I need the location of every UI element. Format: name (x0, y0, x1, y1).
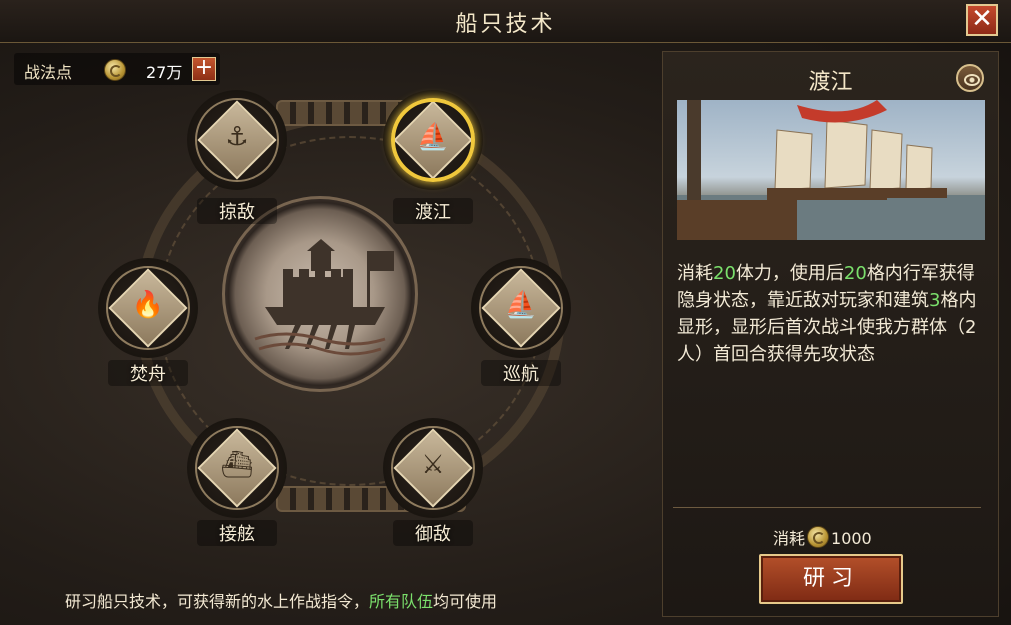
armored-soldier-icon: ⚔ (421, 450, 445, 480)
skill-label-burn-boat: 焚舟 (108, 360, 188, 386)
divider (673, 507, 981, 508)
skill-illustration (677, 100, 985, 240)
cost-value: 1000 (831, 529, 872, 548)
skill-plunder[interactable]: ⚓ (187, 90, 287, 190)
skill-boarding[interactable]: ⛴ (187, 418, 287, 518)
skill-label-plunder: 掠敌 (197, 198, 277, 224)
skill-cruise[interactable]: ⛵ (471, 258, 571, 358)
skill-burn-boat[interactable]: 🔥 (98, 258, 198, 358)
warship-icon (222, 196, 418, 392)
sailing-ship-icon: ⛵ (504, 290, 538, 320)
coin-icon (104, 59, 126, 81)
junk-ship-icon: ⛵ (416, 122, 450, 152)
tactic-points-label: 战法点 (24, 63, 73, 82)
fleet-scene (677, 100, 985, 240)
tactic-points-bar: 战法点 27万 (14, 53, 220, 85)
skill-cross-river[interactable]: ⛵ (383, 90, 483, 190)
chain-anchor-icon: ⚓ (225, 122, 249, 152)
skill-detail-panel: 渡江 消耗20体力，使用后20格内行军获得隐身状态，靠近敌对玩家和建筑3格内显形… (662, 51, 999, 617)
desc-highlight-number: 20 (843, 263, 867, 284)
burning-ship-icon: 🔥 (131, 290, 165, 320)
desc-highlight-number: 3 (929, 290, 941, 311)
close-icon[interactable]: ✕ (966, 4, 998, 36)
skill-label-defend: 御敌 (393, 520, 473, 546)
warship-emblem (254, 239, 394, 356)
skill-label-cross-river: 渡江 (393, 198, 473, 224)
desc-highlight-number: 20 (713, 263, 736, 284)
cost-label: 消耗 (773, 529, 806, 548)
add-points-button[interactable]: + (192, 57, 216, 81)
skill-defend[interactable]: ⚔ (383, 418, 483, 518)
skill-label-boarding: 接舷 (197, 520, 277, 546)
detail-title: 渡江 (808, 70, 853, 95)
footer-text-after: 均可使用 (433, 592, 498, 611)
desc-text: 体力，使用后 (735, 263, 844, 284)
footer-hint: 研习船只技术，可获得新的水上作战指令，所有队伍均可使用 (65, 588, 497, 612)
detail-description: 消耗20体力，使用后20格内行军获得隐身状态，靠近敌对玩家和建筑3格内显形，显形… (677, 260, 989, 368)
footer-text-before: 研习船只技术，可获得新的水上作战指令， (65, 592, 370, 611)
eye-icon[interactable] (956, 64, 984, 92)
title-bar: 船只技术 (0, 0, 1011, 43)
research-button[interactable]: 研习 (759, 554, 903, 604)
window-title: 船只技术 (455, 12, 556, 37)
boarding-ship-icon: ⛴ (220, 450, 254, 480)
cost-row: 消耗 1000 (773, 525, 872, 549)
footer-highlight: 所有队伍 (369, 592, 434, 611)
tactic-points-value: 27万 (146, 63, 183, 82)
coin-icon (807, 526, 830, 548)
skill-label-cruise: 巡航 (481, 360, 561, 386)
desc-text: 消耗 (677, 263, 713, 284)
